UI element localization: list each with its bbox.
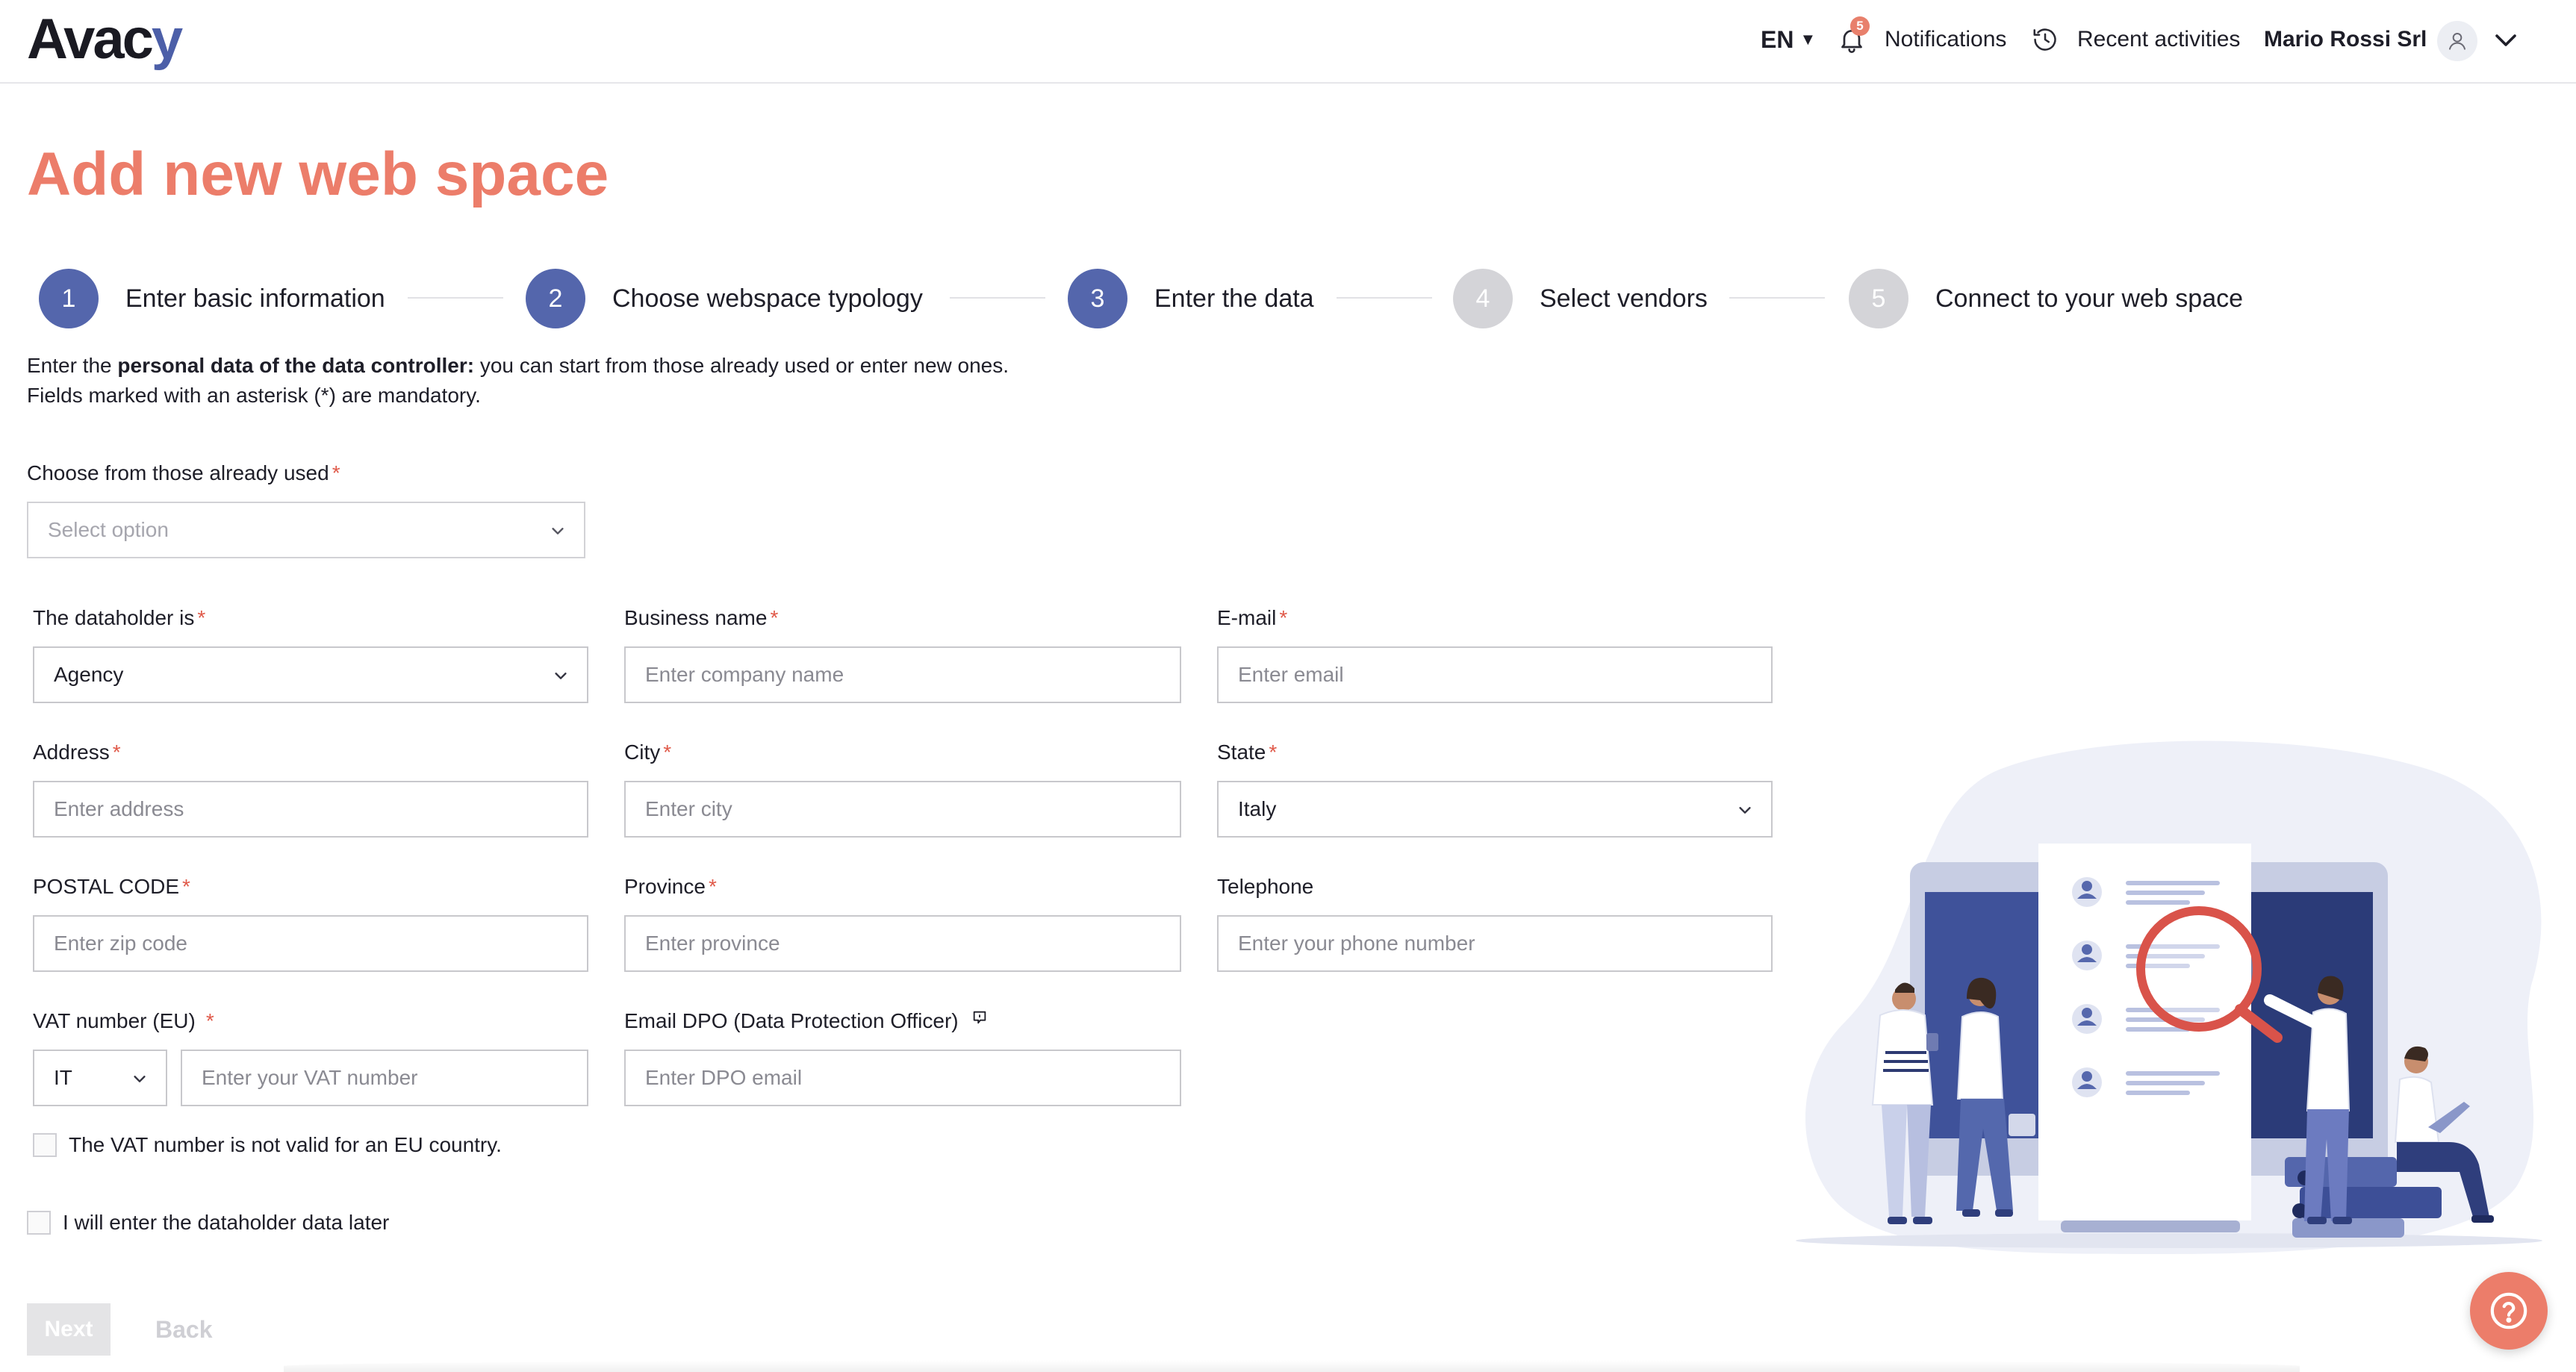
- enter-later-checkbox-row[interactable]: I will enter the dataholder data later: [27, 1211, 389, 1235]
- language-label: EN: [1761, 25, 1794, 53]
- step-label: Enter basic information: [125, 284, 385, 313]
- step-select-vendors: 4 Select vendors: [1453, 269, 1708, 328]
- step-label: Connect to your web space: [1935, 284, 2244, 313]
- bottom-shadow: [284, 1360, 2300, 1372]
- step-connector: [950, 297, 1045, 299]
- vat-country-select[interactable]: IT: [33, 1050, 167, 1106]
- vat-not-eu-checkbox-row[interactable]: The VAT number is not valid for an EU co…: [33, 1133, 502, 1157]
- top-bar: Avacy EN ▼ 5 Notifications Recent activi…: [0, 0, 2576, 84]
- step-number: 3: [1068, 269, 1127, 328]
- step-label: Enter the data: [1154, 284, 1314, 313]
- province-input[interactable]: Enter province: [624, 915, 1181, 972]
- history-icon[interactable]: [2031, 0, 2061, 79]
- dpo-email-input[interactable]: Enter DPO email: [624, 1050, 1181, 1106]
- enter-later-checkbox[interactable]: [27, 1211, 51, 1235]
- chevron-down-icon: [555, 673, 567, 679]
- page-title: Add new web space: [27, 140, 609, 208]
- caret-down-icon: ▼: [1799, 30, 1817, 49]
- step-enter-the-data: 3 Enter the data: [1068, 269, 1314, 328]
- language-selector[interactable]: EN ▼: [1761, 0, 1816, 79]
- step-choose-webspace-typology: 2 Choose webspace typology: [526, 269, 923, 328]
- address-input[interactable]: Enter address: [33, 781, 588, 838]
- step-number: 4: [1453, 269, 1513, 328]
- dataholder-label: The dataholder is *: [33, 606, 206, 629]
- step-connector: [1337, 297, 1432, 299]
- vat-number-input[interactable]: Enter your VAT number: [181, 1050, 588, 1106]
- user-icon[interactable]: [2437, 21, 2477, 61]
- step-number: 2: [526, 269, 585, 328]
- vat-not-eu-label: The VAT number is not valid for an EU co…: [69, 1133, 502, 1156]
- enter-later-label: I will enter the dataholder data later: [63, 1211, 390, 1234]
- bell-icon[interactable]: [1837, 0, 1870, 79]
- email-label: E-mail *: [1217, 606, 1288, 629]
- step-enter-basic-information: 1 Enter basic information: [39, 269, 385, 328]
- chevron-down-icon: [1739, 807, 1751, 814]
- step-connector: [1729, 297, 1825, 299]
- data-search-illustration: [1796, 740, 2542, 1254]
- help-button[interactable]: [2470, 1272, 2548, 1350]
- question-icon: [2490, 1292, 2527, 1329]
- postal-code-label: POSTAL CODE *: [33, 875, 190, 898]
- vat-not-eu-checkbox[interactable]: [33, 1133, 57, 1157]
- address-label: Address *: [33, 740, 121, 764]
- step-label: Select vendors: [1540, 284, 1708, 313]
- notification-count-badge: 5: [1850, 16, 1870, 36]
- city-label: City *: [624, 740, 672, 764]
- existing-data-select[interactable]: Select option: [27, 502, 585, 558]
- step-number: 1: [39, 269, 99, 328]
- company-name[interactable]: Mario Rossi Srl: [2264, 0, 2427, 79]
- state-label: State *: [1217, 740, 1278, 764]
- step-connector: [408, 297, 503, 299]
- dpo-email-label: Email DPO (Data Protection Officer): [624, 1009, 988, 1033]
- chevron-down-icon: [552, 528, 564, 534]
- intro-text: Enter the personal data of the data cont…: [27, 354, 1009, 407]
- province-label: Province *: [624, 875, 717, 898]
- step-connect-to-web-space: 5 Connect to your web space: [1849, 269, 2243, 328]
- vat-number-label: VAT number (EU) *: [33, 1009, 214, 1032]
- step-label: Choose webspace typology: [612, 284, 923, 313]
- business-name-label: Business name *: [624, 606, 779, 629]
- telephone-label: Telephone: [1217, 875, 1314, 898]
- info-tooltip-icon[interactable]: [971, 1009, 988, 1026]
- business-name-input[interactable]: Enter company name: [624, 646, 1181, 703]
- notifications-link[interactable]: Notifications: [1885, 0, 2006, 79]
- telephone-input[interactable]: Enter your phone number: [1217, 915, 1773, 972]
- state-select[interactable]: Italy: [1217, 781, 1773, 838]
- chevron-down-icon[interactable]: [2491, 27, 2521, 54]
- step-number: 5: [1849, 269, 1908, 328]
- recent-activities-link[interactable]: Recent activities: [2077, 0, 2240, 79]
- city-input[interactable]: Enter city: [624, 781, 1181, 838]
- dataholder-select[interactable]: Agency: [33, 646, 588, 703]
- existing-data-label: Choose from those already used *: [27, 461, 340, 484]
- avacy-logo[interactable]: Avacy: [27, 6, 183, 73]
- email-input[interactable]: Enter email: [1217, 646, 1773, 703]
- next-button[interactable]: Next: [27, 1303, 111, 1356]
- postal-code-input[interactable]: Enter zip code: [33, 915, 588, 972]
- chevron-down-icon: [134, 1076, 146, 1082]
- back-button[interactable]: Back: [155, 1303, 213, 1356]
